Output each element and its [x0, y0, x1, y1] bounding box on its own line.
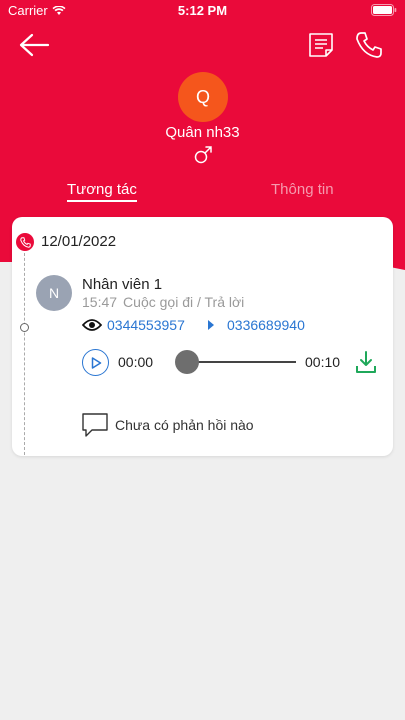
comment-icon — [82, 413, 108, 437]
date-call-icon — [16, 233, 34, 251]
tab-interactions[interactable]: Tương tác — [67, 181, 137, 202]
from-number[interactable]: 0344553957 — [107, 317, 185, 333]
call-type: Cuộc gọi đi / Trả lời — [123, 294, 245, 310]
call-time: 15:47 — [82, 294, 118, 310]
feedback-text: Chưa có phản hồi nào — [115, 417, 254, 433]
player-duration: 00:10 — [305, 354, 341, 370]
play-icon — [91, 356, 101, 369]
battery-icon — [371, 4, 397, 19]
player-slider-thumb[interactable] — [175, 350, 199, 374]
eye-icon — [82, 319, 102, 331]
player-current-time: 00:00 — [118, 354, 154, 370]
tab-info[interactable]: Thông tin — [271, 181, 334, 198]
arrow-right-icon — [208, 320, 214, 330]
back-arrow-icon[interactable] — [18, 32, 50, 58]
status-time: 5:12 PM — [177, 3, 228, 18]
staff-name: Nhân viên 1 — [82, 276, 163, 293]
timeline-line — [24, 243, 25, 455]
contact-initial: Q — [195, 86, 210, 107]
timeline-date: 12/01/2022 — [41, 233, 117, 250]
timeline-node — [20, 323, 29, 332]
phone-icon[interactable] — [355, 31, 383, 59]
staff-avatar: N — [36, 275, 72, 311]
download-icon[interactable] — [355, 350, 377, 374]
note-icon[interactable] — [308, 32, 334, 58]
call-meta: 15:47 Cuộc gọi đi / Trả lời — [82, 294, 250, 310]
male-icon — [194, 146, 212, 164]
contact-avatar: Q — [178, 72, 228, 122]
staff-initial: N — [48, 285, 60, 301]
status-bar: Carrier 5:12 PM — [0, 0, 405, 22]
to-number[interactable]: 0336689940 — [227, 317, 305, 333]
contact-name: Quân nh33 — [165, 124, 240, 141]
play-button[interactable] — [82, 349, 109, 376]
